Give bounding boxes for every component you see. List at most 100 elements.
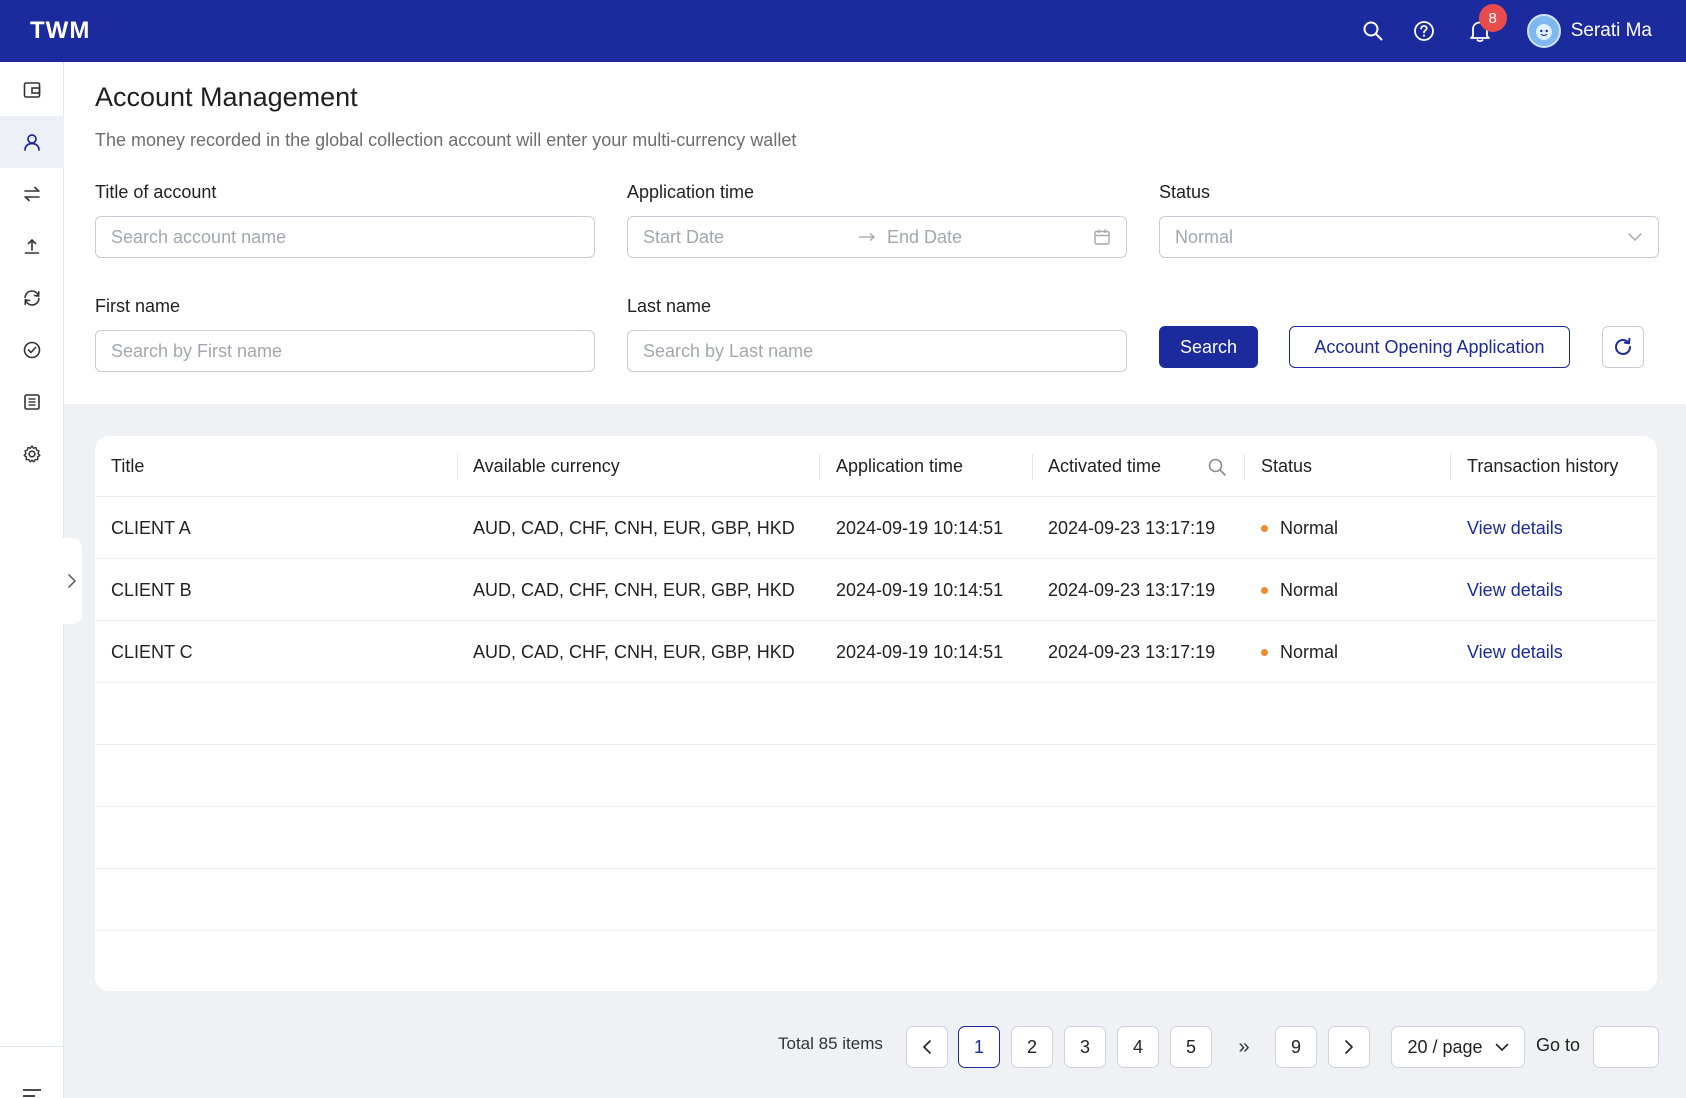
page-3-button[interactable]: 3 [1064,1026,1106,1068]
table-header: Title Available currency Application tim… [95,436,1657,497]
cell-application-time: 2024-09-19 10:14:51 [836,641,1004,662]
chevron-right-icon [1345,1040,1354,1054]
column-header-activated-time: Activated time [1048,456,1162,476]
page-5-button[interactable]: 5 [1170,1026,1212,1068]
wallet-icon [23,82,41,98]
jump-next-pages[interactable]: » [1223,1026,1265,1068]
page-size-select[interactable]: 20 / page [1391,1026,1525,1068]
user-icon [24,134,40,151]
prev-page-button[interactable] [906,1026,948,1068]
view-details-link[interactable]: View details [1467,497,1563,559]
sidebar-item-reports[interactable] [0,376,64,428]
view-details-link[interactable]: View details [1467,559,1563,621]
goto-label: Go to [1536,1035,1581,1055]
sidebar-item-upload[interactable] [0,220,64,272]
user-name[interactable]: Serati Ma [1571,20,1652,42]
page-size-value: 20 / page [1407,1036,1483,1057]
page-9-button[interactable]: 9 [1275,1026,1317,1068]
menu-icon [23,1089,41,1097]
view-details-link[interactable]: View details [1467,621,1563,683]
search-button[interactable]: Search [1159,326,1258,368]
top-actions: 8 Serati Ma [1335,0,1652,62]
first-name-field[interactable] [95,330,595,372]
status-dot [1261,524,1268,532]
page-2-button[interactable]: 2 [1011,1026,1053,1068]
top-bar: TWM 8 Serati Ma [0,0,1686,62]
transfer-icon [24,186,40,202]
sidebar-item-settings[interactable] [0,428,64,480]
refresh-button[interactable] [1602,326,1644,368]
column-header-status: Status [1261,456,1313,476]
title-of-account-field[interactable] [95,216,595,258]
start-date-input[interactable]: Start Date [643,227,857,248]
table-row: CLIENT B AUD, CAD, CHF, CNH, EUR, GBP, H… [95,559,1657,621]
list-icon [24,394,40,410]
check-circle-icon [23,341,41,359]
application-time-label: Application time [627,182,755,202]
cell-status: Normal [1261,621,1338,683]
last-name-field[interactable] [627,330,1127,372]
table-row: CLIENT A AUD, CAD, CHF, CNH, EUR, GBP, H… [95,497,1657,559]
first-name-input[interactable] [111,340,579,362]
sidebar-item-exchange[interactable] [0,272,64,324]
cell-currency: AUD, CAD, CHF, CNH, EUR, GBP, HKD [473,579,795,600]
page-1-button[interactable]: 1 [958,1026,1000,1068]
goto-page-field[interactable] [1593,1026,1659,1068]
cell-currency: AUD, CAD, CHF, CNH, EUR, GBP, HKD [473,641,795,662]
column-search-icon[interactable] [1207,436,1227,497]
status-text: Normal [1280,579,1339,600]
filter-panel: Account Management The money recorded in… [64,62,1686,404]
last-name-input[interactable] [643,340,1111,362]
column-header-title: Title [111,456,145,476]
last-name-label: Last name [627,296,712,316]
cell-application-time: 2024-09-19 10:14:51 [836,517,1004,538]
status-select[interactable]: Normal [1159,216,1659,258]
bell-icon[interactable]: 8 [1467,4,1507,44]
first-name-label: First name [95,296,181,316]
gear-icon [23,445,41,463]
title-of-account-label: Title of account [95,182,217,202]
goto-page-input[interactable] [1594,1027,1658,1067]
avatar[interactable] [1526,14,1561,48]
column-header-application-time: Application time [836,456,964,476]
cell-currency: AUD, CAD, CHF, CNH, EUR, GBP, HKD [473,517,795,538]
sidebar-item-wallet[interactable] [0,64,64,116]
empty-row [95,869,1657,931]
column-header-transaction-history: Transaction history [1467,456,1619,476]
sidebar-item-transfer[interactable] [0,168,64,220]
sidebar [0,62,64,1098]
next-page-button[interactable] [1328,1026,1370,1068]
sidebar-menu-toggle[interactable] [0,1070,64,1098]
status-dot [1261,648,1268,656]
cell-activated-time: 2024-09-23 13:17:19 [1048,517,1216,538]
application-date-range[interactable]: Start Date End Date [627,216,1127,258]
chevron-right-icon [68,574,77,588]
empty-row [95,683,1657,745]
page-4-button[interactable]: 4 [1117,1026,1159,1068]
chevron-down-icon [1495,1043,1508,1051]
search-icon[interactable] [1360,18,1386,44]
logo[interactable]: TWM [30,17,90,45]
page-title: Account Management [95,82,358,112]
cell-title: CLIENT A [111,517,191,538]
sidebar-item-accounts[interactable] [0,116,64,168]
cell-activated-time: 2024-09-23 13:17:19 [1048,579,1216,600]
help-icon[interactable] [1411,18,1437,44]
notification-badge: 8 [1478,4,1507,32]
sidebar-item-approvals[interactable] [0,324,64,376]
account-opening-application-button[interactable]: Account Opening Application [1289,326,1570,368]
empty-row [95,807,1657,869]
sidebar-divider [0,1046,64,1047]
refresh-icon [1614,337,1631,356]
cell-title: CLIENT C [111,641,193,662]
arrow-right-icon [859,232,876,242]
accounts-table: Title Available currency Application tim… [95,436,1657,991]
status-text: Normal [1280,641,1339,662]
status-text: Normal [1280,517,1339,538]
end-date-input[interactable]: End Date [887,227,1093,248]
account-name-input[interactable] [111,226,579,248]
calendar-icon[interactable] [1093,228,1111,246]
table-row: CLIENT C AUD, CAD, CHF, CNH, EUR, GBP, H… [95,621,1657,683]
sidebar-expand-handle[interactable] [62,538,82,624]
page-subtitle: The money recorded in the global collect… [95,130,797,150]
